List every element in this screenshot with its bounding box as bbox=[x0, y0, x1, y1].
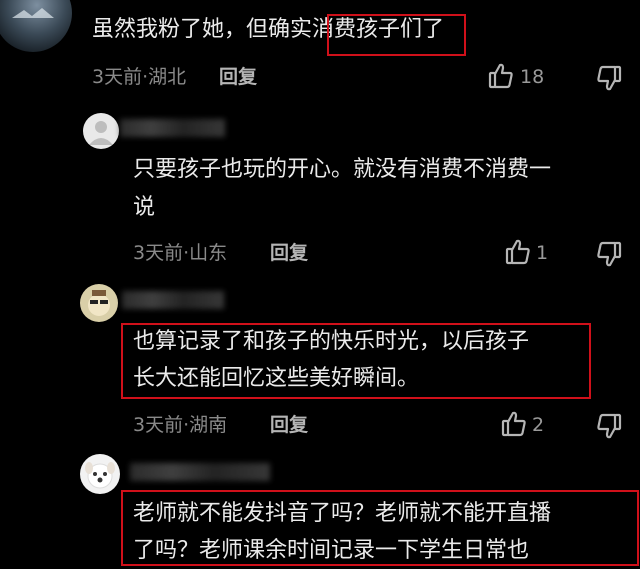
avatar[interactable] bbox=[83, 113, 119, 149]
thumbs-up-icon[interactable] bbox=[501, 410, 527, 438]
username-blurred[interactable] bbox=[122, 291, 224, 309]
comment-text: 只要孩子也玩的开心。就没有消费不消费一 bbox=[133, 157, 552, 182]
like-count: 18 bbox=[520, 66, 545, 88]
thumbs-down-icon[interactable] bbox=[596, 240, 622, 268]
reply-button[interactable]: 回复 bbox=[219, 65, 257, 89]
username-blurred[interactable] bbox=[120, 119, 225, 137]
thumbs-up-icon[interactable] bbox=[505, 238, 531, 266]
reply-button[interactable]: 回复 bbox=[270, 241, 308, 265]
puppy-icon bbox=[85, 462, 115, 489]
comment-text: 说 bbox=[133, 195, 156, 220]
highlight-box bbox=[121, 323, 591, 399]
like-count: 1 bbox=[536, 242, 549, 264]
comment-meta: 3天前·山东 bbox=[133, 242, 228, 264]
thumbs-down-icon[interactable] bbox=[596, 412, 622, 440]
avatar[interactable] bbox=[80, 454, 120, 494]
thumbs-up-icon[interactable] bbox=[488, 62, 514, 90]
avatar[interactable] bbox=[0, 0, 72, 52]
like-count: 2 bbox=[532, 414, 545, 436]
comment-meta: 3天前·湖南 bbox=[133, 414, 228, 436]
default-user-icon bbox=[89, 121, 113, 145]
highlight-box bbox=[121, 490, 639, 566]
highlight-box bbox=[327, 14, 466, 56]
username-blurred[interactable] bbox=[130, 463, 270, 481]
comment-meta: 3天前·湖北 bbox=[92, 66, 187, 88]
avatar-image-icon bbox=[12, 8, 54, 18]
thumbs-down-icon[interactable] bbox=[596, 64, 622, 92]
avatar[interactable] bbox=[80, 284, 118, 322]
cartoon-face-icon bbox=[88, 290, 110, 316]
reply-button[interactable]: 回复 bbox=[270, 413, 308, 437]
